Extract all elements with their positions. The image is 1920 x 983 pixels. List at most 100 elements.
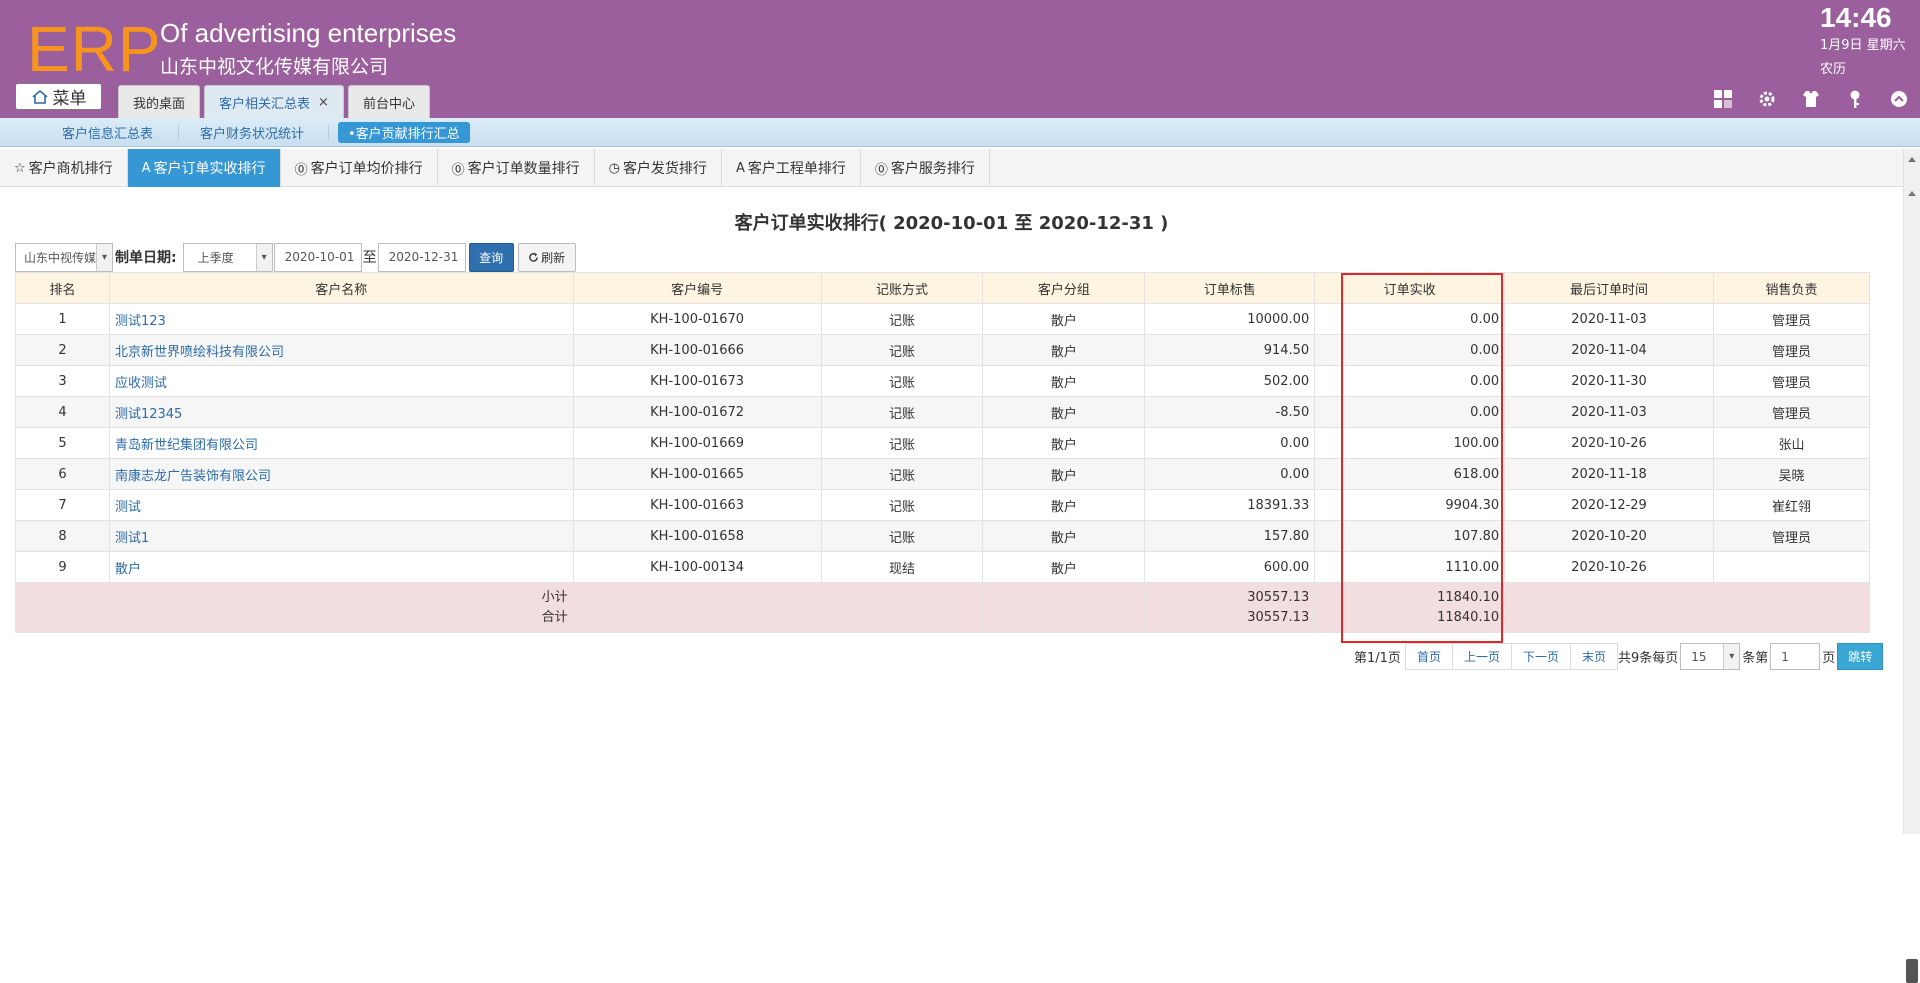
tab-order-count-rank[interactable]: ⓪ 客户订单数量排行 bbox=[438, 149, 595, 187]
tab-service-rank[interactable]: ⓪ 客户服务排行 bbox=[861, 149, 990, 187]
prev-page-button[interactable]: 上一页 bbox=[1451, 643, 1512, 670]
end-date-input[interactable]: 2020-12-31 bbox=[377, 242, 466, 272]
customer-name-link[interactable]: 南康志龙广告装饰有限公司 bbox=[108, 458, 574, 490]
query-button[interactable]: 查询 bbox=[468, 242, 514, 272]
rank-cell: 9 bbox=[15, 551, 110, 583]
app-logo: ERP bbox=[27, 13, 162, 85]
column-header[interactable]: 排名 bbox=[15, 272, 110, 304]
accounting-method-cell: 记账 bbox=[820, 520, 984, 552]
total-sales-cell: 30557.13 30557.13 bbox=[1144, 582, 1316, 633]
first-page-button[interactable]: 首页 bbox=[1404, 643, 1453, 670]
last-order-date-cell: 2020-11-30 bbox=[1504, 365, 1714, 397]
page-unit: 页 bbox=[1822, 651, 1836, 666]
menu-label: 菜单 bbox=[52, 89, 87, 109]
menu-button[interactable]: 菜单 bbox=[15, 83, 102, 110]
column-header[interactable]: 订单实收 bbox=[1314, 272, 1506, 304]
empty-cell bbox=[1713, 582, 1870, 633]
table-row[interactable]: 9 散户 KH-100-00134 现结 散户 600.00 1110.00 2020-10-… bbox=[15, 551, 1870, 583]
gear-icon[interactable] bbox=[1756, 88, 1778, 110]
scroll-up-arrow[interactable] bbox=[1908, 157, 1916, 162]
collapse-icon[interactable] bbox=[1888, 88, 1910, 110]
page-size-select[interactable]: 15 ▾ bbox=[1680, 643, 1741, 670]
order-sales-cell: 18391.33 bbox=[1144, 489, 1316, 521]
tab-opportunity-rank[interactable]: ☆ 客户商机排行 bbox=[0, 149, 128, 187]
customer-name-link[interactable]: 散户 bbox=[108, 551, 574, 583]
customer-name-link[interactable]: 青岛新世纪集团有限公司 bbox=[108, 427, 574, 459]
customer-group-cell: 散户 bbox=[982, 303, 1146, 335]
vertical-scrollbar[interactable] bbox=[1903, 149, 1920, 983]
order-sales-cell: 914.50 bbox=[1144, 334, 1316, 366]
tab-my-desktop[interactable]: 我的桌面 bbox=[118, 85, 201, 118]
table-row[interactable]: 1 测试123 KH-100-01670 记账 散户 10000.00 0.00 2020-1… bbox=[15, 303, 1870, 335]
tab-front-center[interactable]: 前台中心 bbox=[347, 85, 430, 118]
accounting-method-cell: 记账 bbox=[820, 489, 984, 521]
subnav-customer-finance[interactable]: 客户财务状况统计 bbox=[190, 122, 314, 143]
grid-icon[interactable] bbox=[1712, 88, 1734, 110]
customer-code-cell: KH-100-01663 bbox=[572, 489, 822, 521]
subnav-customer-contribution[interactable]: •客户贡献排行汇总 bbox=[338, 122, 470, 143]
next-page-button[interactable]: 下一页 bbox=[1510, 643, 1571, 670]
key-icon[interactable] bbox=[1844, 88, 1866, 110]
totals-row: 小计 合计 30557.13 30557.13 11840.10 11840.10 bbox=[15, 582, 1870, 633]
rank-cell: 3 bbox=[15, 365, 110, 397]
scroll-up-arrow[interactable] bbox=[1908, 191, 1916, 196]
column-header[interactable]: 记账方式 bbox=[820, 272, 984, 304]
start-date-input[interactable]: 2020-10-01 bbox=[273, 242, 362, 272]
tab-order-avg-price-rank[interactable]: ⓪ 客户订单均价排行 bbox=[281, 149, 438, 187]
last-page-button[interactable]: 末页 bbox=[1569, 643, 1618, 670]
company-name-en: Of advertising enterprises bbox=[160, 18, 457, 48]
refresh-button[interactable]: 刷新 bbox=[517, 242, 576, 272]
totals-label-cell-value: 小计 bbox=[541, 589, 568, 605]
subnav-customer-info[interactable]: 客户信息汇总表 bbox=[52, 122, 163, 143]
table-row[interactable]: 4 测试12345 KH-100-01672 记账 散户 -8.50 0.00 2020-11… bbox=[15, 396, 1870, 428]
shirt-icon[interactable] bbox=[1800, 88, 1822, 110]
customer-name-link[interactable]: 测试12345 bbox=[108, 396, 574, 428]
column-header[interactable]: 客户分组 bbox=[982, 272, 1146, 304]
sub-navigation: 客户信息汇总表 客户财务状况统计 •客户贡献排行汇总 bbox=[0, 118, 1920, 147]
customer-name-link[interactable]: 测试1 bbox=[108, 520, 574, 552]
column-header[interactable]: 客户名称 bbox=[108, 272, 574, 304]
customer-name-link[interactable]: 应收测试 bbox=[108, 365, 574, 397]
customer-name-link[interactable]: 测试 bbox=[108, 489, 574, 521]
customer-name-link[interactable]: 北京新世界喷绘科技有限公司 bbox=[108, 334, 574, 366]
column-header[interactable]: 客户编号 bbox=[572, 272, 822, 304]
order-sales-cell: -8.50 bbox=[1144, 396, 1316, 428]
customer-code-cell: KH-100-01665 bbox=[572, 458, 822, 490]
accounting-method-cell: 记账 bbox=[820, 458, 984, 490]
table-row[interactable]: 6 南康志龙广告装饰有限公司 KH-100-01665 记账 散户 0.00 618.00 2… bbox=[15, 458, 1870, 490]
tab-delivery-rank[interactable]: ◷ 客户发货排行 bbox=[595, 149, 722, 187]
customer-name-link[interactable]: 测试123 bbox=[108, 303, 574, 335]
accounting-method-cell: 记账 bbox=[820, 365, 984, 397]
table-row[interactable]: 3 应收测试 KH-100-01673 记账 散户 502.00 0.00 2020-11-3… bbox=[15, 365, 1870, 397]
column-header[interactable]: 最后订单时间 bbox=[1504, 272, 1714, 304]
close-icon[interactable]: × bbox=[318, 95, 329, 110]
rank-cell: 2 bbox=[15, 334, 110, 366]
tab-label: 客户订单均价排行 bbox=[310, 161, 423, 177]
font-icon: A bbox=[735, 160, 745, 176]
column-header[interactable]: 订单标售 bbox=[1144, 272, 1316, 304]
period-select[interactable]: 上季度 ▾ bbox=[182, 242, 273, 272]
refresh-label: 刷新 bbox=[541, 250, 566, 265]
sales-owner-cell: 张山 bbox=[1713, 427, 1870, 459]
table-row[interactable]: 5 青岛新世纪集团有限公司 KH-100-01669 记账 散户 0.00 100.00 20… bbox=[15, 427, 1870, 459]
chevron-down-icon: ▾ bbox=[96, 243, 112, 271]
company-select[interactable]: 山东中视传媒 ▾ bbox=[15, 242, 113, 272]
page-number-input[interactable]: 1 bbox=[1770, 643, 1821, 670]
table-row[interactable]: 7 测试 KH-100-01663 记账 散户 18391.33 9904.30 2020-1… bbox=[15, 489, 1870, 521]
column-header[interactable]: 销售负责 bbox=[1713, 272, 1870, 304]
page-size-unit: 条第 bbox=[1742, 651, 1769, 666]
app-header: ERP Of advertising enterprises 山东中视文化传媒有… bbox=[0, 0, 1920, 118]
table-body: 1 测试123 KH-100-01670 记账 散户 10000.00 0.00 2020-1… bbox=[15, 303, 1870, 633]
period-select-value: 上季度 bbox=[197, 250, 234, 265]
go-page-button[interactable]: 跳转 bbox=[1837, 643, 1884, 670]
table-row[interactable]: 2 北京新世界喷绘科技有限公司 KH-100-01666 记账 散户 914.50 0.00… bbox=[15, 334, 1870, 366]
tab-customer-summary[interactable]: 客户相关汇总表 × bbox=[204, 85, 344, 118]
order-sales-cell: 0.00 bbox=[1144, 427, 1316, 459]
table-row[interactable]: 8 测试1 KH-100-01658 记账 散户 157.80 107.80 2020-10-… bbox=[15, 520, 1870, 552]
totals-label-cell: 小计 合计 bbox=[108, 582, 574, 633]
star-icon: ☆ bbox=[14, 160, 26, 176]
order-received-cell: 1110.00 bbox=[1314, 551, 1506, 583]
scroll-thumb[interactable] bbox=[1906, 959, 1918, 983]
tab-order-received-rank[interactable]: A 客户订单实收排行 bbox=[127, 149, 281, 187]
tab-project-order-rank[interactable]: A 客户工程单排行 bbox=[722, 149, 861, 187]
